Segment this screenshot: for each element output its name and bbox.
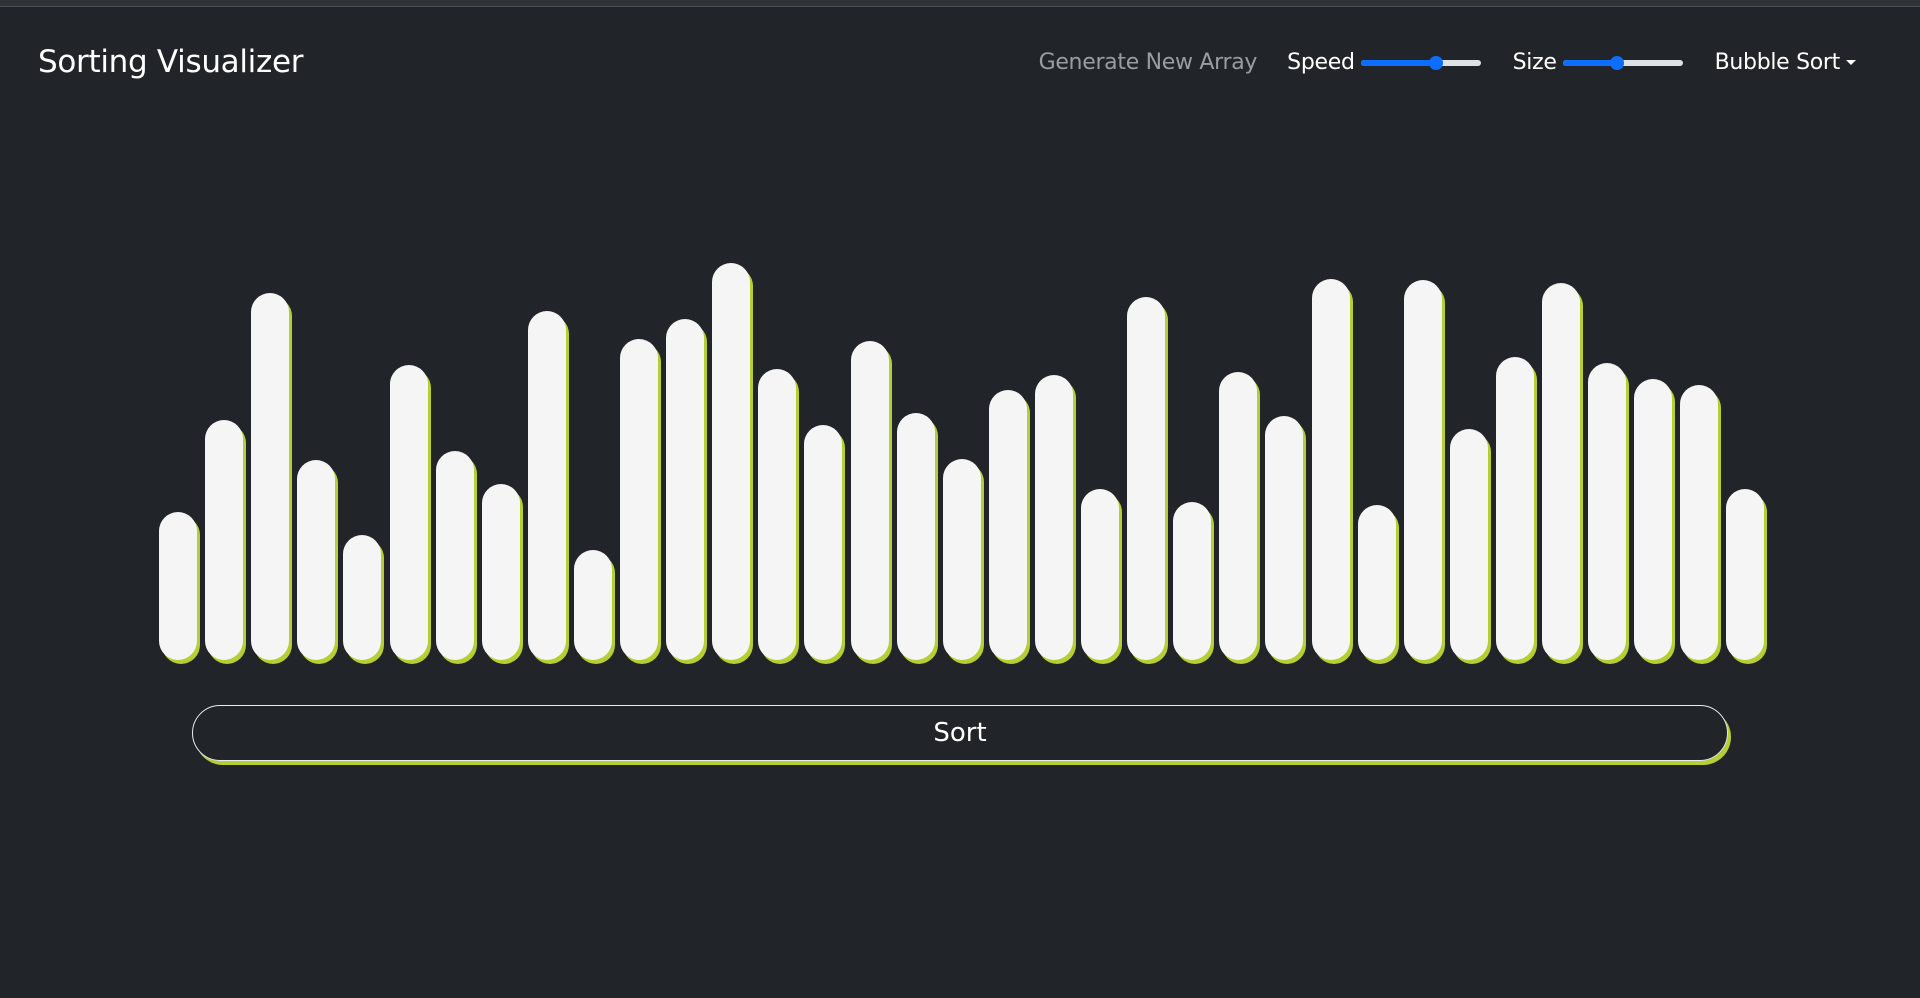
speed-slider-thumb[interactable]: [1429, 56, 1444, 70]
array-bar: [1588, 363, 1627, 660]
array-bar: [712, 263, 751, 660]
array-bar: [1680, 385, 1719, 660]
array-bar: [481, 484, 520, 660]
navbar: Sorting Visualizer Generate New Array Sp…: [0, 6, 1920, 116]
array-bar: [1081, 489, 1119, 660]
array-bar: [573, 550, 612, 660]
algorithm-dropdown[interactable]: Bubble Sort: [1715, 50, 1856, 75]
array-bar: [666, 319, 705, 660]
nav-controls: Generate New Array Speed Size Bubble Sor…: [1000, 42, 1880, 82]
array-bar: [1173, 502, 1212, 660]
array-bar: [758, 369, 797, 660]
array-bar: [1265, 416, 1304, 660]
array-bars: [0, 0, 1920, 998]
array-bar: [297, 460, 336, 660]
array-bar: [896, 413, 935, 660]
speed-label: Speed: [1287, 49, 1355, 75]
array-bar: [620, 339, 658, 660]
array-bar: [159, 512, 197, 660]
speed-slider[interactable]: [1360, 52, 1481, 72]
speed-slider-fill: [1360, 60, 1437, 66]
generate-new-array-link[interactable]: Generate New Array: [1039, 50, 1258, 75]
array-bar: [988, 390, 1027, 660]
array-bar: [205, 420, 244, 660]
app-title[interactable]: Sorting Visualizer: [38, 42, 303, 82]
chevron-down-icon: [1846, 59, 1856, 65]
array-bar: [1634, 379, 1673, 660]
array-bar: [527, 311, 566, 660]
array-bar: [804, 425, 843, 660]
array-bar: [1311, 279, 1350, 660]
array-bar: [1357, 505, 1396, 660]
size-slider-thumb[interactable]: [1609, 56, 1624, 70]
array-bar: [251, 293, 290, 660]
array-bar: [343, 535, 382, 660]
array-bar: [1495, 357, 1534, 660]
array-bar: [435, 451, 474, 660]
array-bar: [850, 341, 889, 660]
size-slider[interactable]: [1562, 52, 1683, 72]
array-bar: [1449, 429, 1488, 660]
array-bar: [1034, 375, 1073, 660]
array-bar: [1219, 372, 1258, 660]
array-bar: [1403, 280, 1442, 660]
size-slider-fill: [1562, 60, 1617, 66]
array-bar: [1726, 489, 1765, 660]
sort-button[interactable]: Sort: [192, 705, 1728, 761]
size-label: Size: [1512, 49, 1557, 75]
algorithm-dropdown-label: Bubble Sort: [1714, 49, 1841, 75]
array-bar: [389, 365, 428, 660]
array-bar: [1127, 297, 1166, 660]
array-bar: [942, 459, 981, 660]
array-bar: [1542, 283, 1580, 660]
